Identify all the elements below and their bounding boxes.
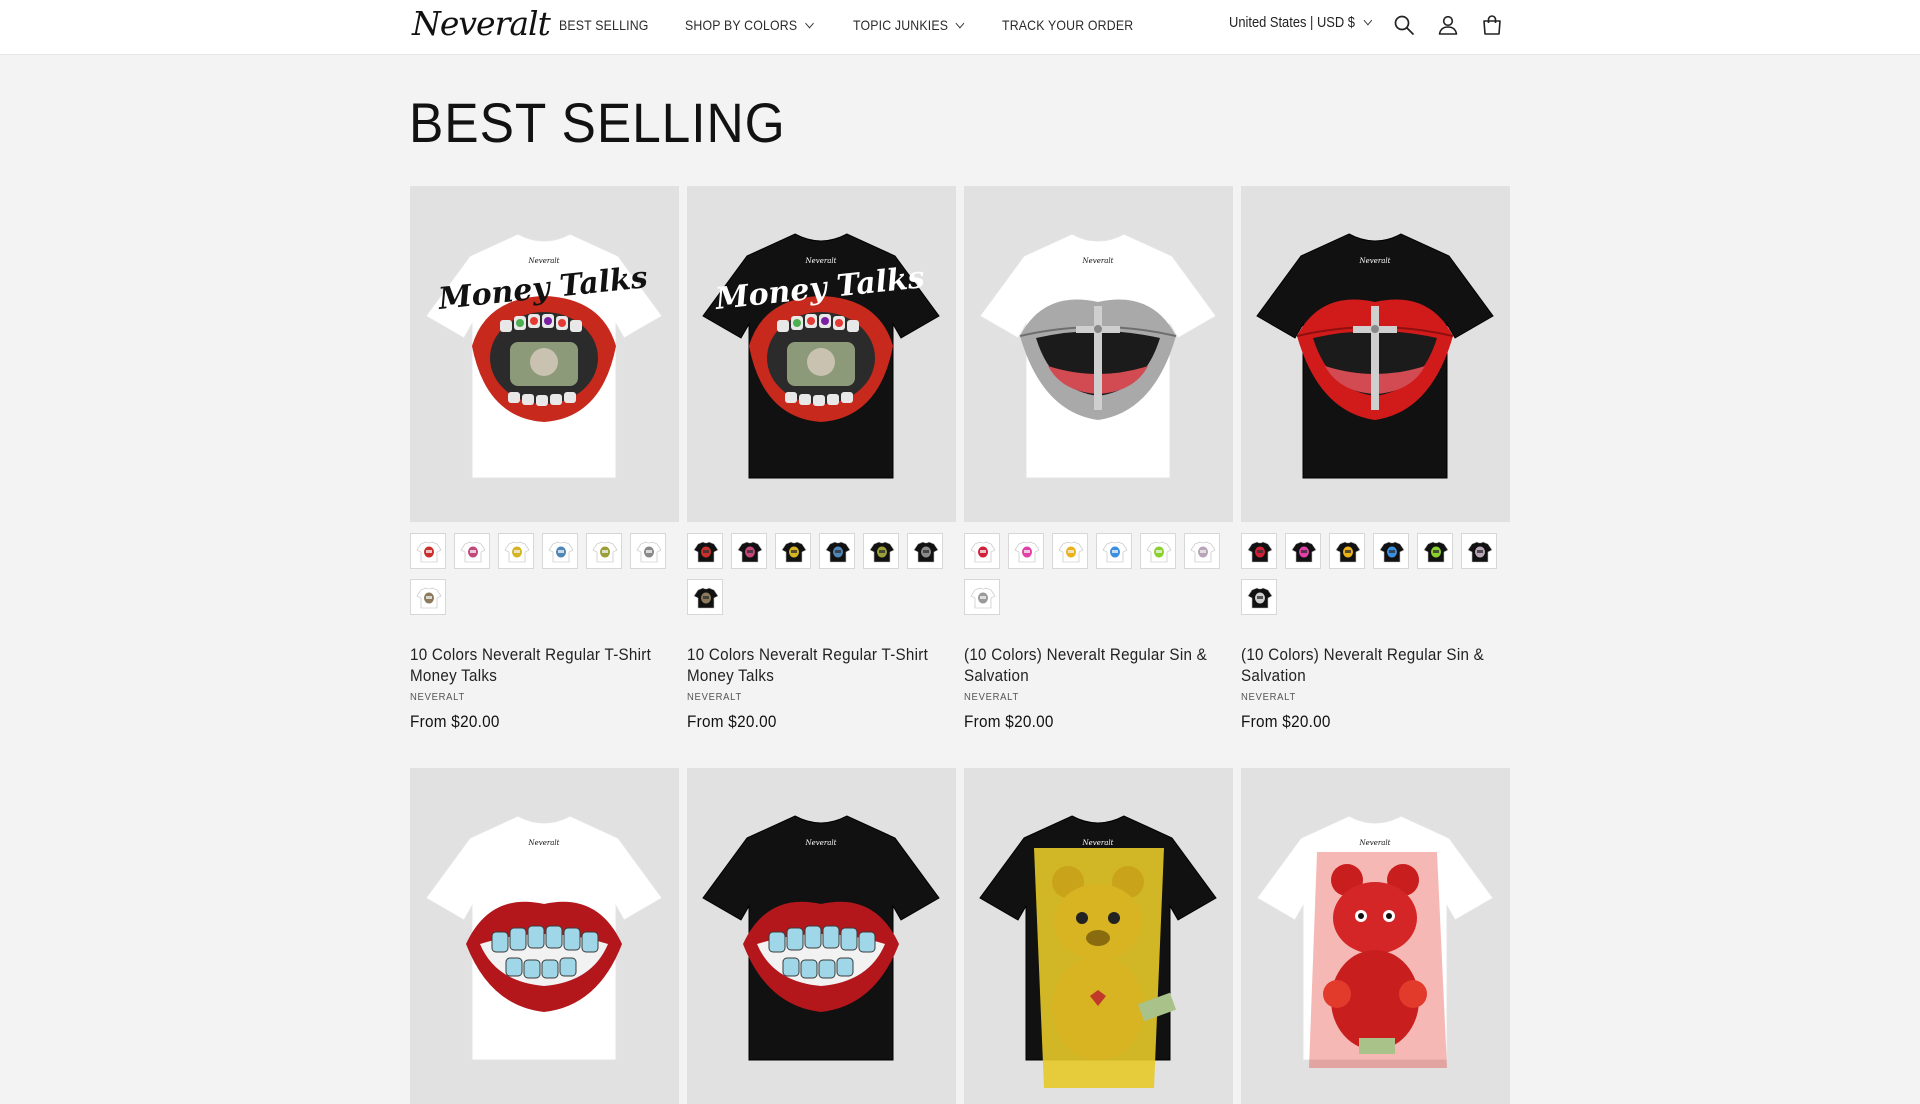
svg-text:Neveralt: Neveralt: [528, 257, 560, 265]
page-title: BEST SELLING: [409, 91, 786, 154]
search-icon[interactable]: [1392, 13, 1416, 37]
product-price: From $20.00: [1241, 712, 1331, 731]
product-vendor: NEVERALT: [687, 691, 742, 703]
product-card: Neveralt Money Talks 10 Colors Neveralt …: [687, 186, 956, 732]
color-swatch[interactable]: [410, 533, 446, 569]
color-swatch[interactable]: [907, 533, 943, 569]
product-card: Neveralt: [410, 768, 679, 1104]
product-card: Neveralt: [687, 768, 956, 1104]
site-logo[interactable]: Neveralt: [412, 4, 551, 43]
country-currency-label: United States | USD $: [1229, 14, 1355, 31]
product-image[interactable]: Neveralt: [964, 186, 1233, 522]
color-swatch[interactable]: [1140, 533, 1176, 569]
nav-best-selling-label: BEST SELLING: [559, 17, 649, 33]
product-image[interactable]: Neveralt: [410, 768, 679, 1104]
svg-text:Neveralt: Neveralt: [805, 839, 837, 847]
color-swatch[interactable]: [1285, 533, 1321, 569]
product-price: From $20.00: [410, 712, 500, 731]
color-swatch[interactable]: [1329, 533, 1365, 569]
chevron-down-icon: [1364, 15, 1373, 26]
product-title[interactable]: (10 Colors) Neveralt Regular Sin & Salva…: [964, 645, 1231, 687]
product-vendor: NEVERALT: [1241, 691, 1296, 703]
color-swatch[interactable]: [1241, 579, 1277, 615]
country-currency-selector[interactable]: United States | USD $: [1229, 14, 1373, 31]
product-price: From $20.00: [964, 712, 1054, 731]
nav-track-order-label: TRACK YOUR ORDER: [1002, 17, 1134, 33]
chevron-down-icon: [804, 18, 814, 28]
color-swatch[interactable]: [542, 533, 578, 569]
color-swatch[interactable]: [630, 533, 666, 569]
color-swatch[interactable]: [863, 533, 899, 569]
nav-best-selling[interactable]: BEST SELLING: [559, 17, 649, 33]
color-swatch[interactable]: [1373, 533, 1409, 569]
color-swatch[interactable]: [687, 579, 723, 615]
color-swatch[interactable]: [1241, 533, 1277, 569]
color-swatches: [1241, 533, 1517, 625]
color-swatch[interactable]: [964, 533, 1000, 569]
product-image[interactable]: Neveralt: [1241, 768, 1510, 1104]
color-swatch[interactable]: [775, 533, 811, 569]
color-swatches: [964, 533, 1240, 625]
nav-track-order[interactable]: TRACK YOUR ORDER: [1002, 17, 1133, 33]
product-vendor: NEVERALT: [964, 691, 1019, 703]
product-card: Neveralt: [964, 768, 1233, 1104]
product-card: Neveralt: [1241, 768, 1510, 1104]
product-price: From $20.00: [687, 712, 777, 731]
color-swatch[interactable]: [819, 533, 855, 569]
color-swatch[interactable]: [687, 533, 723, 569]
color-swatch[interactable]: [1008, 533, 1044, 569]
product-image[interactable]: Neveralt: [1241, 186, 1510, 522]
color-swatch[interactable]: [1461, 533, 1497, 569]
product-title[interactable]: 10 Colors Neveralt Regular T-Shirt Money…: [410, 645, 677, 687]
svg-text:Neveralt: Neveralt: [528, 839, 560, 847]
svg-text:Neveralt: Neveralt: [1359, 839, 1391, 847]
color-swatch[interactable]: [731, 533, 767, 569]
color-swatch[interactable]: [586, 533, 622, 569]
color-swatch[interactable]: [1052, 533, 1088, 569]
product-image[interactable]: Neveralt: [687, 768, 956, 1104]
nav-topic-junkies[interactable]: TOPIC JUNKIES: [853, 17, 965, 33]
color-swatch[interactable]: [1096, 533, 1132, 569]
product-title[interactable]: 10 Colors Neveralt Regular T-Shirt Money…: [687, 645, 954, 687]
color-swatch[interactable]: [1184, 533, 1220, 569]
svg-text:Neveralt: Neveralt: [805, 257, 837, 265]
product-image[interactable]: Neveralt: [964, 768, 1233, 1104]
color-swatch[interactable]: [498, 533, 534, 569]
site-header: Neveralt BEST SELLING SHOP BY COLORS TOP…: [0, 0, 1920, 55]
product-card: Neveralt: [964, 186, 1233, 732]
nav-topic-junkies-label: TOPIC JUNKIES: [853, 17, 949, 33]
color-swatch[interactable]: [964, 579, 1000, 615]
color-swatches: [687, 533, 963, 625]
color-swatches: [410, 533, 686, 625]
nav-shop-by-colors[interactable]: SHOP BY COLORS: [684, 17, 814, 33]
chevron-down-icon: [956, 18, 965, 28]
svg-text:Neveralt: Neveralt: [1082, 257, 1114, 265]
main-nav: BEST SELLING SHOP BY COLORS TOPIC JUNKIE…: [559, 0, 1176, 50]
color-swatch[interactable]: [454, 533, 490, 569]
product-card: Neveralt Money Talks 10 Colors Neveralt …: [410, 186, 679, 732]
color-swatch[interactable]: [410, 579, 446, 615]
product-title[interactable]: (10 Colors) Neveralt Regular Sin & Salva…: [1241, 645, 1508, 687]
color-swatch[interactable]: [1417, 533, 1453, 569]
nav-shop-by-colors-label: SHOP BY COLORS: [684, 17, 798, 33]
product-card: Neveralt: [1241, 186, 1510, 732]
product-vendor: NEVERALT: [410, 691, 465, 703]
account-icon[interactable]: [1436, 13, 1460, 37]
product-image[interactable]: Neveralt Money Talks: [687, 186, 956, 522]
svg-text:Neveralt: Neveralt: [1082, 839, 1114, 847]
product-image[interactable]: Neveralt Money Talks: [410, 186, 679, 522]
svg-text:Neveralt: Neveralt: [1359, 257, 1391, 265]
cart-icon[interactable]: [1480, 13, 1504, 37]
